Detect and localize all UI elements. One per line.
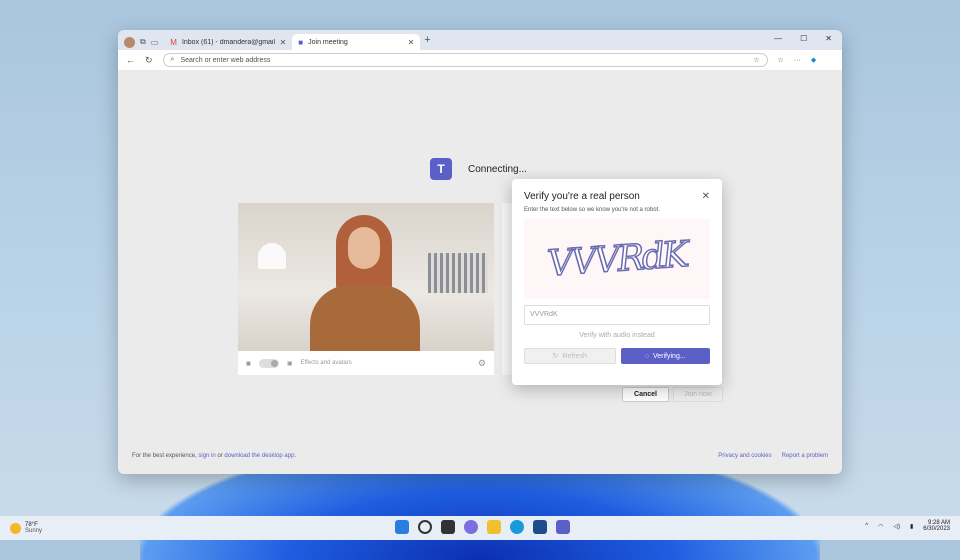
tab-bar: ⧉ ▭ MInbox (61) - dmandera@gmail.com✕ ■Jo… [118,30,842,50]
taskbar: 78°F Sunny ^ ◠ ◁) ▮ 9:28 AM 6/30/2023 [0,516,960,540]
verify-button[interactable]: ◌ Verifying... [620,348,710,364]
sun-icon [10,522,21,534]
device-settings-panel [502,203,512,375]
audio-verify-link[interactable]: Verify with audio instead [524,332,710,339]
new-tab-icon[interactable]: + [424,34,430,46]
captcha-dialog: Verify you're a real person ✕ Enter the … [512,179,722,385]
refresh-button[interactable]: ↻ Refresh [524,348,616,364]
tab-inbox[interactable]: MInbox (61) - dmandera@gmail.com✕ [164,34,292,50]
profile-avatar[interactable] [124,36,135,48]
video-controls: ■ ▣ Effects and avatars ⚙ [238,351,494,375]
maximize-icon[interactable]: ☐ [800,34,807,43]
workspaces-icon[interactable]: ⧉ [140,37,146,47]
vertical-tabs-icon[interactable]: ▭ [151,38,159,47]
start-icon[interactable] [395,520,409,534]
back-icon[interactable]: ← [126,55,135,65]
favorite-icon[interactable]: ☆ [753,56,759,64]
copilot-icon[interactable]: ◆ [811,56,816,64]
teams-icon: ■ [298,37,304,47]
connecting-status: Connecting... [468,163,527,175]
teams-logo: T [430,158,452,180]
sign-in-link[interactable]: sign in [198,453,215,459]
more-icon[interactable]: ··· [794,57,801,64]
minimize-icon[interactable]: — [774,34,782,43]
address-input[interactable]: ⌕ Search or enter web address ☆ [162,53,768,67]
close-icon[interactable]: ✕ [702,191,710,202]
search-icon[interactable] [418,520,432,534]
camera-icon: ■ [246,358,251,368]
join-now-button[interactable]: Join now [673,387,723,402]
close-tab-icon[interactable]: ✕ [280,38,287,47]
volume-icon[interactable]: ◁) [893,523,900,530]
report-problem-link[interactable]: Report a problem [782,453,828,459]
settings-icon[interactable]: ⚙ [478,358,486,369]
edge-icon[interactable] [510,520,524,534]
video-preview [238,203,494,351]
teams-page: T Connecting... ■ ▣ Effects and avatars ⚙… [118,70,842,474]
close-window-icon[interactable]: ✕ [825,34,832,43]
address-bar-row: ← ↻ ⌕ Search or enter web address ☆ ☆ ··· … [118,50,842,70]
footer-left: For the best experience, sign in or down… [132,453,297,459]
refresh-icon: ↻ [552,353,559,360]
file-explorer-icon[interactable] [487,520,501,534]
browser-window: ⧉▭ MInbox (61) - dmandera@gmail.com✕ ■Jo… [118,30,842,474]
gmail-icon: M [170,37,177,47]
store-icon[interactable] [533,520,547,534]
close-tab-icon[interactable]: ✕ [408,38,415,47]
spinner-icon: ◌ [644,352,649,360]
task-view-icon[interactable] [441,520,455,534]
refresh-icon[interactable]: ↻ [145,55,153,66]
teams-icon[interactable] [556,520,570,534]
privacy-link[interactable]: Privacy and cookies [718,453,771,459]
tab-join-meeting[interactable]: ■ Join meeting ✕ [292,34,421,50]
captcha-image: VVVRdK [524,219,710,299]
favorites-icon[interactable]: ☆ [778,56,784,64]
footer-right: Privacy and cookies Report a problem [718,453,828,459]
battery-icon[interactable]: ▮ [910,523,913,530]
effects-label[interactable]: Effects and avatars [301,360,470,366]
dialog-title: Verify you're a real person [524,191,640,202]
camera-toggle[interactable] [258,358,279,368]
clock[interactable]: 9:28 AM 6/30/2023 [923,520,950,532]
download-app-link[interactable]: download the desktop app. [224,453,296,459]
effects-icon[interactable]: ▣ [287,360,293,367]
search-icon: ⌕ [170,56,175,63]
chat-icon[interactable] [464,520,478,534]
cancel-button[interactable]: Cancel [622,387,669,402]
chevron-up-icon[interactable]: ^ [865,523,868,529]
wifi-icon[interactable]: ◠ [878,523,883,530]
captcha-input[interactable]: VVVRdK [524,305,710,325]
weather-widget[interactable]: 78°F Sunny [10,522,42,534]
dialog-subtitle: Enter the text below so we know you're n… [524,207,660,213]
